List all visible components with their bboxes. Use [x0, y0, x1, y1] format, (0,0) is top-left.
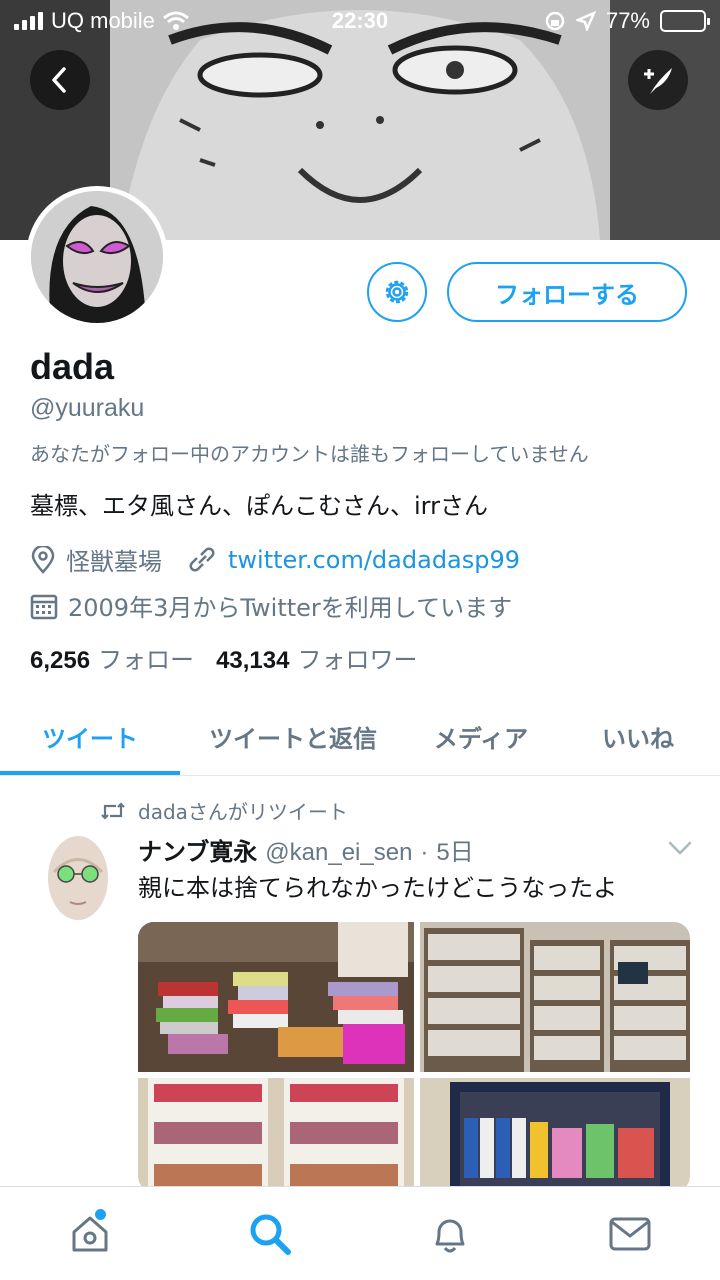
- following-count: 6,256: [30, 647, 91, 674]
- profile-tabs: ツイート ツイートと返信 メディア いいね: [0, 698, 720, 776]
- location-arrow-icon: [575, 11, 596, 31]
- orientation-lock-icon: [545, 11, 565, 31]
- tweet-age: 5日: [436, 839, 474, 866]
- tweet-author-avatar[interactable]: [40, 832, 116, 932]
- location-pin-icon: [31, 545, 55, 574]
- tab-media[interactable]: メディア: [406, 698, 556, 774]
- calendar-icon: [30, 594, 58, 619]
- following-label: フォロー: [98, 646, 195, 674]
- nav-search[interactable]: [225, 1199, 315, 1269]
- profile-handle: @yuuraku: [30, 394, 145, 422]
- messages-icon: [609, 1217, 651, 1250]
- profile-website-link[interactable]: twitter.com/dadadasp99: [228, 546, 520, 574]
- photo-blue-shelf: [420, 1078, 690, 1192]
- photo-piled-books: [138, 922, 414, 1072]
- tab-tweets[interactable]: ツイート: [0, 698, 180, 774]
- photo-shelf-unit: [138, 1078, 414, 1192]
- back-button[interactable]: [30, 50, 90, 110]
- follow-counts: 6,256 フォロー 43,134 フォロワー: [30, 640, 417, 675]
- tweet-photo-1[interactable]: [138, 922, 414, 1072]
- profile-avatar[interactable]: [26, 186, 168, 328]
- avatar-image: [31, 191, 163, 323]
- link-icon: [189, 547, 215, 571]
- profile-meta-row: 怪獣墓場 twitter.com/dadadasp99: [30, 542, 520, 577]
- profile-joined-date: 2009年3月からTwitterを利用しています: [68, 594, 513, 622]
- tweet-photo-4[interactable]: [420, 1078, 690, 1192]
- search-icon: [250, 1214, 291, 1255]
- settings-button[interactable]: [367, 262, 427, 322]
- profile-location: 怪獣墓場: [66, 548, 162, 576]
- tab-tweets-and-replies[interactable]: ツイートと返信: [180, 698, 406, 774]
- retweet-note: dadaさんがリツイート: [138, 800, 348, 824]
- gear-icon: [385, 280, 409, 304]
- followers-stat[interactable]: 43,134 フォロワー: [216, 640, 417, 675]
- retweet-icon: [101, 801, 125, 820]
- chevron-down-icon: [668, 841, 692, 855]
- notifications-icon: [435, 1219, 465, 1252]
- nav-home[interactable]: [45, 1199, 135, 1269]
- follow-button[interactable]: フォローする: [447, 262, 687, 322]
- tweet-avatar-image: [48, 836, 108, 920]
- profile-bio: 墓標、エタ風さん、ぽんこむさん、irrさん: [30, 492, 488, 520]
- new-content-dot: [95, 1208, 106, 1220]
- tweet-text: 親に本は捨てられなかったけどこうなったよ: [138, 874, 618, 902]
- retweet-context: dadaさんがリツイート: [100, 796, 348, 825]
- tweet-menu-button[interactable]: [668, 840, 692, 859]
- followed-by-note: あなたがフォロー中のアカウントは誰もフォローしていません: [30, 442, 589, 466]
- followers-count: 43,134: [216, 647, 290, 674]
- tweet-separator: ·: [420, 839, 429, 866]
- battery-icon: [660, 10, 710, 32]
- compose-tweet-button[interactable]: [628, 50, 688, 110]
- nav-messages[interactable]: [585, 1199, 675, 1269]
- home-icon: [72, 1216, 108, 1251]
- bottom-navigation: [0, 1186, 720, 1280]
- back-arrow-icon: [52, 67, 66, 93]
- status-bar: UQ mobile 22:30 77%: [0, 0, 720, 40]
- tab-likes[interactable]: いいね: [556, 698, 720, 774]
- battery-percent: 77%: [605, 8, 650, 33]
- active-tab-indicator: [0, 771, 180, 775]
- tweet-header: ナンブ寛永 @kan_ei_sen · 5日: [138, 832, 474, 867]
- tweet-author-name[interactable]: ナンブ寛永: [138, 832, 257, 867]
- tweet-photo-3[interactable]: [138, 1078, 414, 1192]
- compose-tweet-icon: [644, 68, 672, 94]
- status-right: 77%: [544, 8, 710, 34]
- tweet-photo-2[interactable]: [420, 922, 690, 1072]
- followers-label: フォロワー: [297, 646, 418, 674]
- nav-notifications[interactable]: [405, 1199, 495, 1269]
- following-stat[interactable]: 6,256 フォロー: [30, 640, 194, 675]
- profile-name: dada: [30, 346, 115, 387]
- profile-joined-row: 2009年3月からTwitterを利用しています: [30, 588, 512, 623]
- tweet-media-grid: [138, 922, 690, 1192]
- tweet-author-handle[interactable]: @kan_ei_sen: [265, 839, 412, 867]
- photo-bookshelves: [420, 922, 690, 1072]
